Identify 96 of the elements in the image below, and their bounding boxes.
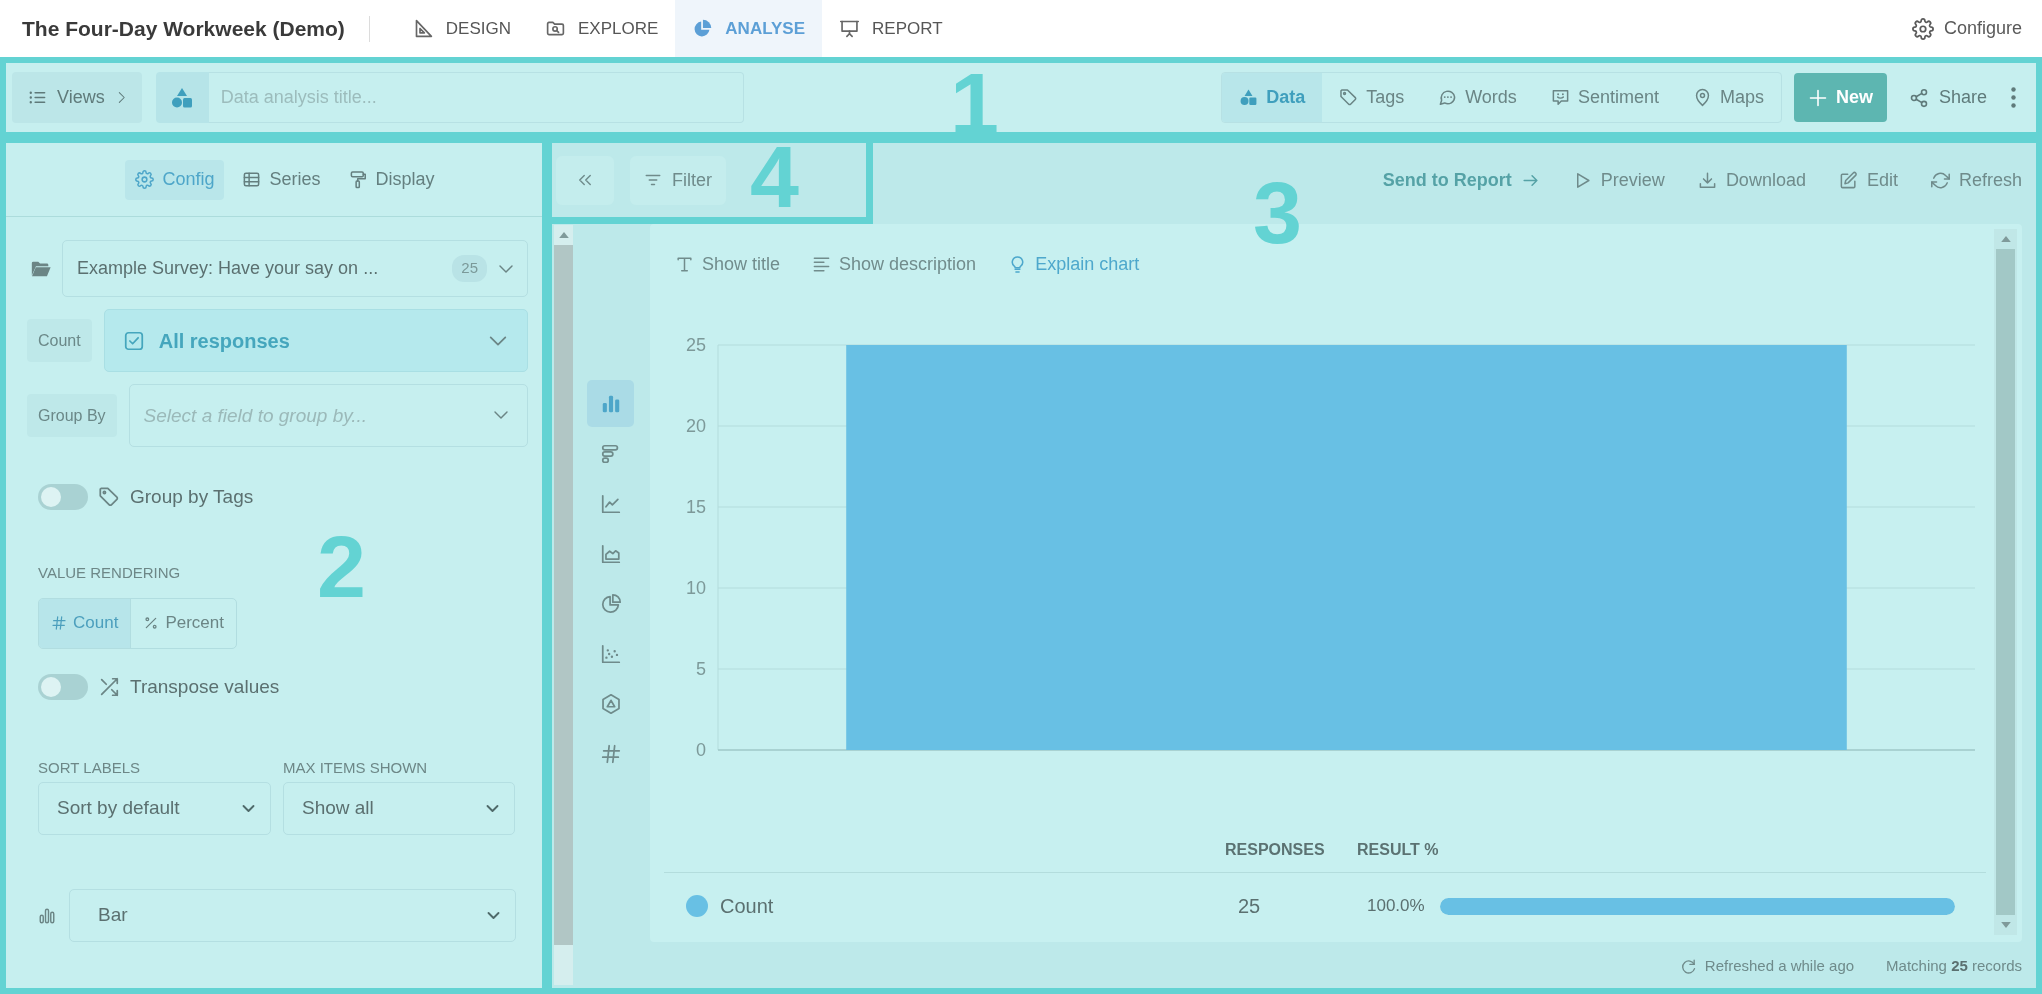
sort-select[interactable]: Sort by default bbox=[38, 782, 271, 835]
text-icon bbox=[675, 254, 694, 274]
nav-tab[interactable]: REPORT bbox=[822, 0, 960, 57]
chart-option-button[interactable]: Explain chart bbox=[1008, 250, 1140, 278]
chart-type-button[interactable] bbox=[587, 380, 634, 427]
scrollbar-track[interactable] bbox=[1994, 229, 2017, 935]
settings-icon bbox=[1911, 17, 1934, 40]
annotation-number: 2 bbox=[317, 532, 366, 603]
settings-icon bbox=[135, 170, 155, 189]
record-count-text: Matching 25 records bbox=[1886, 956, 2022, 977]
segment-button[interactable]: Percent bbox=[130, 598, 236, 648]
chart-type-select[interactable]: Bar bbox=[69, 889, 516, 942]
up-arrow-icon bbox=[2000, 236, 2011, 242]
down-arrow-icon bbox=[2000, 922, 2011, 928]
annotation-number: 3 bbox=[1253, 178, 1302, 249]
column-header: RESPONSES bbox=[1223, 836, 1357, 873]
configure-button[interactable]: Configure bbox=[1911, 15, 2022, 42]
share-icon bbox=[1908, 87, 1929, 108]
hash-icon bbox=[51, 615, 67, 631]
count-select[interactable]: All responses bbox=[103, 309, 528, 372]
up-arrow-icon bbox=[558, 232, 569, 238]
hexagon-icon bbox=[599, 692, 622, 715]
nav-tab[interactable]: EXPLORE bbox=[528, 0, 676, 57]
y-axis-label: 0 bbox=[696, 740, 706, 760]
panel-tab[interactable]: Series bbox=[232, 159, 331, 200]
table-icon bbox=[242, 170, 262, 189]
chart-option-button[interactable]: Show title bbox=[675, 250, 781, 278]
shuffle-icon bbox=[98, 675, 120, 698]
refresh-status-text: Refreshed a while ago bbox=[1704, 956, 1855, 977]
action-button[interactable]: Edit bbox=[1838, 166, 1898, 194]
area-chart-icon bbox=[599, 542, 622, 565]
line-chart-icon bbox=[599, 492, 622, 515]
paint-roller-icon bbox=[348, 170, 368, 189]
align-left-icon bbox=[812, 254, 832, 274]
pie-chart-icon bbox=[599, 592, 622, 615]
project-title: The Four-Day Workweek (Demo) bbox=[22, 15, 345, 42]
count-pill: 25 bbox=[452, 255, 487, 282]
filter-button[interactable]: Filter bbox=[630, 155, 726, 205]
group-by-tags-switch[interactable] bbox=[38, 484, 88, 511]
series-label: Count bbox=[720, 894, 774, 919]
share-button[interactable]: Share bbox=[1898, 73, 1997, 122]
field-label: Count bbox=[27, 319, 92, 362]
more-icon bbox=[2011, 87, 2016, 108]
edit-icon bbox=[1838, 170, 1858, 190]
pie-chart-icon bbox=[692, 18, 714, 39]
toggle-label: Transpose values bbox=[130, 674, 280, 699]
nav-tab[interactable]: DESIGN bbox=[395, 0, 529, 57]
section-label: MAX ITEMS SHOWN bbox=[283, 759, 428, 777]
views-button[interactable]: Views bbox=[12, 72, 142, 123]
y-axis-label: 5 bbox=[696, 659, 706, 679]
y-axis-label: 25 bbox=[685, 335, 706, 355]
transpose-switch[interactable] bbox=[38, 673, 88, 700]
annotation-number: 4 bbox=[750, 142, 799, 213]
y-axis-label: 15 bbox=[685, 497, 706, 517]
mode-tab[interactable]: Words bbox=[1421, 73, 1534, 122]
percent-icon bbox=[143, 615, 160, 631]
tag-icon bbox=[98, 486, 120, 509]
panel-tab[interactable]: Config bbox=[125, 159, 225, 200]
smiley-message-icon bbox=[1550, 88, 1570, 107]
scatter-chart-icon bbox=[599, 642, 622, 665]
mode-tab[interactable]: Maps bbox=[1675, 73, 1781, 122]
panel-tab[interactable]: Display bbox=[338, 159, 445, 200]
section-label: SORT LABELS bbox=[38, 759, 140, 777]
download-icon bbox=[1697, 170, 1717, 190]
plus-icon bbox=[1807, 87, 1828, 108]
y-axis-label: 20 bbox=[685, 416, 706, 436]
refresh-icon bbox=[1679, 958, 1697, 975]
max-items-select[interactable]: Show all bbox=[283, 782, 515, 835]
y-axis-label: 10 bbox=[685, 578, 706, 598]
field-label: Group By bbox=[27, 394, 117, 437]
section-label: VALUE RENDERING bbox=[38, 563, 181, 582]
tag-icon bbox=[1339, 88, 1359, 107]
action-button[interactable]: Preview bbox=[1572, 166, 1665, 194]
mode-tab[interactable]: Tags bbox=[1322, 73, 1422, 122]
new-button[interactable]: New bbox=[1793, 73, 1887, 122]
nav-tab[interactable]: ANALYSE bbox=[675, 0, 822, 57]
action-button[interactable]: Refresh bbox=[1930, 166, 2022, 194]
chat-bubble-icon bbox=[1438, 88, 1458, 107]
mode-tab[interactable]: Data bbox=[1222, 73, 1323, 122]
table-cell-text: 100.0% bbox=[1367, 895, 1425, 918]
checkbox-icon bbox=[122, 329, 145, 352]
dataset-select[interactable]: Example Survey: Have your say on ... 25 bbox=[62, 240, 528, 297]
refresh-icon bbox=[1930, 170, 1950, 190]
hash-icon bbox=[599, 742, 622, 765]
table-cell-text: 25 bbox=[1237, 894, 1262, 919]
presentation-icon bbox=[839, 18, 860, 39]
column-header: RESULT % bbox=[1357, 836, 1986, 873]
action-button[interactable]: Send to Report bbox=[1382, 166, 1540, 194]
chart-option-button[interactable]: Show description bbox=[812, 250, 977, 278]
scrollbar-thumb[interactable] bbox=[1996, 249, 2015, 915]
action-button[interactable]: Download bbox=[1697, 166, 1806, 194]
segment-button[interactable]: Count bbox=[39, 598, 131, 648]
toggle-label: Group by Tags bbox=[130, 485, 254, 509]
shapes-icon bbox=[1239, 88, 1259, 107]
mode-tab[interactable]: Sentiment bbox=[1533, 73, 1676, 122]
chart-source-button[interactable] bbox=[155, 72, 209, 123]
